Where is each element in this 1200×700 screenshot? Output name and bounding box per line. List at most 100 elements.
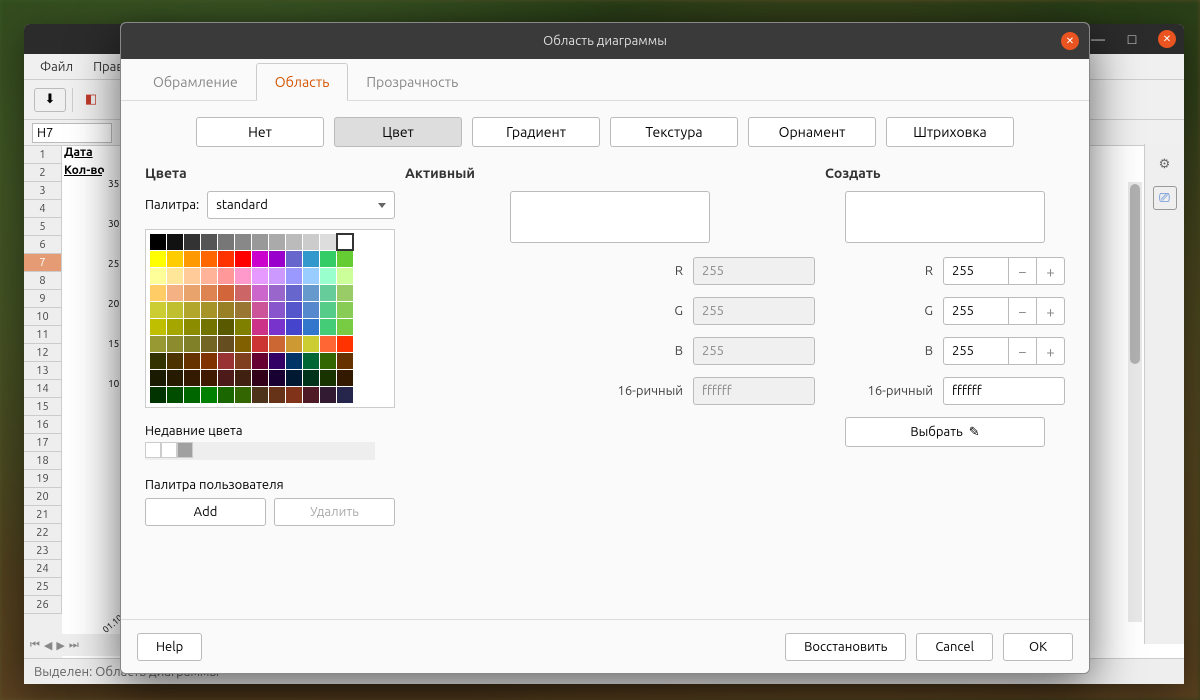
color-swatch[interactable] [252, 251, 268, 267]
vertical-scrollbar[interactable] [1128, 182, 1142, 622]
color-swatch[interactable] [320, 353, 336, 369]
color-swatch[interactable] [167, 251, 183, 267]
color-swatch[interactable] [320, 387, 336, 403]
color-swatch[interactable] [286, 319, 302, 335]
mode-texture[interactable]: Текстура [610, 117, 738, 147]
toggle-icon[interactable]: ⎚ [1153, 186, 1177, 210]
row-header[interactable]: 22 [24, 524, 62, 542]
color-swatch[interactable] [218, 353, 234, 369]
color-swatch[interactable] [303, 370, 319, 386]
color-swatch[interactable] [201, 353, 217, 369]
r-increment-icon[interactable]: + [1037, 257, 1065, 285]
close-icon[interactable]: ✕ [1158, 30, 1176, 48]
recent-swatch[interactable] [145, 442, 161, 458]
color-swatch[interactable] [286, 353, 302, 369]
row-header[interactable]: 25 [24, 578, 62, 596]
color-swatch[interactable] [303, 302, 319, 318]
g-decrement-icon[interactable]: − [1009, 297, 1037, 325]
g-increment-icon[interactable]: + [1037, 297, 1065, 325]
color-swatch[interactable] [286, 285, 302, 301]
row-header[interactable]: 8 [24, 272, 62, 290]
color-swatch[interactable] [235, 268, 251, 284]
row-header[interactable]: 6 [24, 236, 62, 254]
color-swatch[interactable] [269, 285, 285, 301]
mode-hatching[interactable]: Штриховка [886, 117, 1014, 147]
maximize-icon[interactable]: □ [1124, 31, 1140, 47]
row-header[interactable]: 23 [24, 542, 62, 560]
create-hex-input[interactable] [943, 377, 1065, 405]
color-swatch[interactable] [252, 370, 268, 386]
color-swatch[interactable] [167, 234, 183, 250]
color-swatch[interactable] [303, 268, 319, 284]
pick-color-button[interactable]: Выбрать ✎ [845, 417, 1045, 447]
color-swatch[interactable] [201, 251, 217, 267]
color-swatch[interactable] [167, 319, 183, 335]
row-header[interactable]: 13 [24, 362, 62, 380]
color-swatch[interactable] [320, 336, 336, 352]
color-swatch[interactable] [269, 268, 285, 284]
color-swatch[interactable] [320, 251, 336, 267]
color-swatch[interactable] [218, 370, 234, 386]
color-swatch[interactable] [184, 319, 200, 335]
color-swatch[interactable] [337, 370, 353, 386]
color-swatch[interactable] [235, 387, 251, 403]
row-header[interactable]: 12 [24, 344, 62, 362]
color-swatch[interactable] [269, 319, 285, 335]
color-swatch[interactable] [252, 353, 268, 369]
color-swatch[interactable] [218, 268, 234, 284]
row-header[interactable]: 24 [24, 560, 62, 578]
color-swatch[interactable] [269, 353, 285, 369]
nav-last-icon[interactable]: ⏭ [69, 639, 79, 652]
color-swatch[interactable] [184, 387, 200, 403]
color-swatch[interactable] [269, 370, 285, 386]
nav-next-icon[interactable]: ▶ [56, 639, 64, 652]
color-swatch[interactable] [184, 251, 200, 267]
color-swatch[interactable] [218, 319, 234, 335]
color-swatch[interactable] [184, 336, 200, 352]
color-swatch[interactable] [337, 319, 353, 335]
color-swatch[interactable] [235, 285, 251, 301]
row-header[interactable]: 14 [24, 380, 62, 398]
color-swatch[interactable] [303, 234, 319, 250]
row-header[interactable]: 5 [24, 218, 62, 236]
tab-area[interactable]: Область [256, 63, 349, 101]
row-header[interactable]: 15 [24, 398, 62, 416]
row-header[interactable]: 11 [24, 326, 62, 344]
nav-prev-icon[interactable]: ◀ [44, 639, 52, 652]
tab-border[interactable]: Обрамление [135, 64, 256, 100]
color-swatch[interactable] [201, 319, 217, 335]
color-swatch[interactable] [337, 251, 353, 267]
cancel-button[interactable]: Cancel [916, 633, 993, 661]
color-swatch[interactable] [286, 251, 302, 267]
color-swatch[interactable] [201, 336, 217, 352]
ok-button[interactable]: OK [1003, 633, 1073, 661]
color-swatch[interactable] [269, 336, 285, 352]
b-decrement-icon[interactable]: − [1009, 337, 1037, 365]
gear-icon[interactable]: ⚙ [1153, 152, 1177, 176]
color-swatch[interactable] [320, 285, 336, 301]
color-swatch[interactable] [150, 302, 166, 318]
create-g-input[interactable] [943, 297, 1009, 325]
color-swatch[interactable] [269, 234, 285, 250]
tab-transparency[interactable]: Прозрачность [348, 64, 476, 100]
create-r-input[interactable] [943, 257, 1009, 285]
dialog-close-icon[interactable]: ✕ [1061, 32, 1079, 50]
color-swatch[interactable] [201, 370, 217, 386]
color-swatch[interactable] [235, 353, 251, 369]
chart-tool-icon[interactable]: ◧ [79, 88, 103, 112]
color-swatch[interactable] [286, 234, 302, 250]
color-swatch[interactable] [184, 353, 200, 369]
row-header[interactable]: 17 [24, 434, 62, 452]
color-swatch[interactable] [269, 302, 285, 318]
cell-ref-input[interactable] [32, 123, 112, 143]
b-increment-icon[interactable]: + [1037, 337, 1065, 365]
row-header[interactable]: 26 [24, 596, 62, 614]
color-swatch[interactable] [167, 353, 183, 369]
color-swatch[interactable] [184, 302, 200, 318]
color-swatch[interactable] [167, 387, 183, 403]
row-header[interactable]: 7 [24, 254, 62, 272]
color-swatch[interactable] [184, 370, 200, 386]
color-swatch[interactable] [150, 353, 166, 369]
color-swatch[interactable] [150, 387, 166, 403]
color-swatch[interactable] [320, 234, 336, 250]
